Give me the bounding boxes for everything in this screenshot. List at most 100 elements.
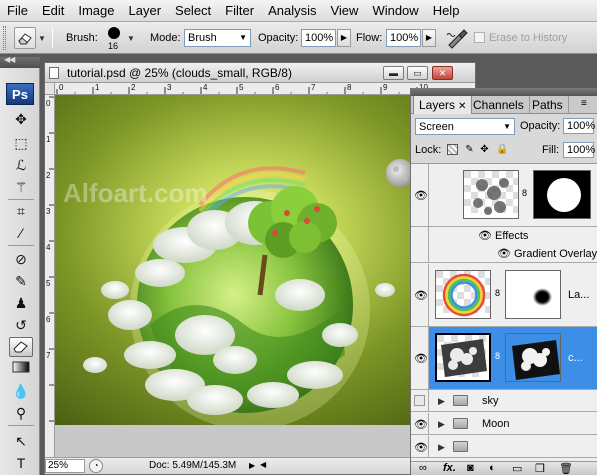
marquee-icon[interactable]: ⬚ xyxy=(9,133,33,153)
effect-row[interactable]: 👁 Gradient Overlay xyxy=(411,245,597,263)
eye-icon[interactable]: 👁 xyxy=(497,247,511,260)
chevron-down-icon[interactable]: ▼ xyxy=(127,34,135,43)
lock-pixels-icon[interactable]: ✎ xyxy=(464,144,475,155)
menu-edit[interactable]: Edit xyxy=(35,3,71,18)
eyedropper-icon[interactable]: ⁄ xyxy=(9,223,33,243)
tools-header[interactable]: ◀◀ xyxy=(0,55,40,68)
menu-file[interactable]: File xyxy=(0,3,35,18)
lock-transparency-icon[interactable] xyxy=(447,144,458,155)
group-row[interactable]: 👁 ▶ Moon xyxy=(411,413,597,435)
airbrush-toggle[interactable] xyxy=(445,27,469,49)
eraser-tool-button[interactable] xyxy=(9,337,33,357)
new-layer-icon[interactable]: ❐ xyxy=(535,462,545,475)
mode-select[interactable]: Brush ▼ xyxy=(184,29,251,47)
gradient-icon[interactable] xyxy=(9,359,33,379)
ruler-origin[interactable] xyxy=(45,83,55,95)
lock-position-icon[interactable]: ✥ xyxy=(479,144,490,155)
layer-thumbnail[interactable] xyxy=(463,170,519,219)
layer-mask-thumbnail[interactable] xyxy=(533,170,591,219)
layer-mask-thumbnail[interactable] xyxy=(505,333,561,382)
menu-filter[interactable]: Filter xyxy=(218,3,261,18)
dodge-icon[interactable]: ⚲ xyxy=(9,403,33,423)
link-icon[interactable]: 8 xyxy=(522,188,529,198)
visibility-toggle[interactable]: 👁 xyxy=(411,413,429,434)
move-icon[interactable]: ✥ xyxy=(9,109,33,129)
link-layers-icon[interactable]: ∞ xyxy=(419,462,427,474)
vertical-ruler[interactable]: 0 1 2 3 4 5 6 7 xyxy=(45,95,55,457)
scroll-left-icon[interactable]: ◀ xyxy=(260,460,266,469)
zoom-field[interactable]: 25% xyxy=(45,459,85,473)
layer-row-selected[interactable]: 👁 8 c... xyxy=(411,327,597,390)
expand-triangle-icon[interactable]: ▶ xyxy=(438,442,445,453)
healing-icon[interactable]: ⊘ xyxy=(9,249,33,269)
visibility-toggle[interactable] xyxy=(411,390,429,411)
brush-preview[interactable] xyxy=(108,27,120,39)
close-icon[interactable]: ✕ xyxy=(458,101,466,112)
group-row[interactable]: ▶ sky xyxy=(411,390,597,412)
eye-icon: 👁 xyxy=(414,290,428,302)
status-menu-arrow[interactable]: ▶ xyxy=(249,461,255,470)
group-row[interactable]: 👁 ▶ xyxy=(411,436,597,458)
menu-layer[interactable]: Layer xyxy=(122,3,169,18)
menu-select[interactable]: Select xyxy=(168,3,218,18)
tab-channels[interactable]: Channels xyxy=(468,96,530,114)
tool-preset-picker[interactable] xyxy=(14,27,36,49)
status-info-icon[interactable]: ◔ xyxy=(89,459,103,473)
lock-all-icon[interactable]: 🔒 xyxy=(496,144,508,155)
tab-paths[interactable]: Paths xyxy=(527,96,569,114)
expand-triangle-icon[interactable]: ▶ xyxy=(438,419,445,430)
type-icon[interactable]: T xyxy=(9,453,33,473)
effects-row[interactable]: 👁 Effects xyxy=(411,227,597,245)
layer-thumbnail[interactable] xyxy=(435,333,491,382)
path-select-icon[interactable]: ↖ xyxy=(9,431,33,451)
options-grip[interactable] xyxy=(3,26,6,50)
visibility-toggle[interactable]: 👁 xyxy=(411,264,429,326)
layer-opacity-field[interactable]: 100% xyxy=(563,118,595,134)
panel-menu-icon[interactable]: ≡ xyxy=(581,98,587,109)
magic-wand-icon[interactable]: ⚚ xyxy=(9,177,33,197)
panel-header[interactable] xyxy=(411,88,597,96)
menu-image[interactable]: Image xyxy=(71,3,121,18)
flow-field[interactable]: 100% xyxy=(386,29,421,47)
menu-analysis[interactable]: Analysis xyxy=(261,3,323,18)
tab-layers[interactable]: Layers ✕ xyxy=(413,96,473,114)
layer-thumbnail[interactable] xyxy=(435,270,491,319)
brush-icon[interactable]: ✎ xyxy=(9,271,33,291)
stamp-icon[interactable]: ♟ xyxy=(9,293,33,313)
document-titlebar[interactable]: tutorial.psd @ 25% (clouds_small, RGB/8)… xyxy=(45,63,475,83)
add-mask-icon[interactable]: ◙ xyxy=(467,462,474,474)
blur-icon[interactable]: 💧 xyxy=(9,381,33,401)
crop-icon[interactable]: ⌗ xyxy=(9,201,33,221)
blend-mode-select[interactable]: Screen ▼ xyxy=(415,118,515,135)
visibility-toggle[interactable]: 👁 xyxy=(411,164,429,226)
opacity-field[interactable]: 100% xyxy=(301,29,336,47)
new-group-icon[interactable]: ▭ xyxy=(512,462,522,475)
layer-row[interactable]: 👁 8 xyxy=(411,264,597,327)
menu-window[interactable]: Window xyxy=(365,3,425,18)
link-icon[interactable]: 8 xyxy=(495,288,502,298)
layer-row[interactable]: 👁 8 xyxy=(411,164,597,227)
trash-icon[interactable]: 🗑 xyxy=(559,462,573,475)
fill-field[interactable]: 100% xyxy=(563,142,595,158)
adjustment-layer-icon[interactable]: ◐ xyxy=(489,462,496,474)
fx-icon[interactable]: fx. xyxy=(443,462,456,474)
layer-mask-thumbnail[interactable] xyxy=(505,270,561,319)
close-button[interactable]: ✕ xyxy=(432,66,453,80)
minimize-button[interactable]: ▬ xyxy=(383,66,404,80)
opacity-slider-button[interactable]: ▶ xyxy=(337,29,351,47)
visibility-toggle[interactable]: 👁 xyxy=(411,327,429,389)
menu-help[interactable]: Help xyxy=(426,3,467,18)
flow-slider-button[interactable]: ▶ xyxy=(422,29,436,47)
expand-triangle-icon[interactable]: ▶ xyxy=(438,396,445,407)
chevron-down-icon[interactable]: ▼ xyxy=(38,34,46,43)
menu-view[interactable]: View xyxy=(323,3,365,18)
eye-icon[interactable]: 👁 xyxy=(478,229,492,242)
history-brush-icon[interactable]: ↺ xyxy=(9,315,33,335)
lasso-icon[interactable]: ℒ xyxy=(9,155,33,175)
visibility-toggle[interactable]: 👁 xyxy=(411,436,429,457)
erase-to-history-checkbox[interactable] xyxy=(474,32,485,43)
link-icon[interactable]: 8 xyxy=(495,351,502,361)
maximize-button[interactable]: ▭ xyxy=(407,66,428,80)
ps-logo[interactable]: Ps xyxy=(6,83,34,105)
chevron-down-icon: ▼ xyxy=(239,33,247,42)
